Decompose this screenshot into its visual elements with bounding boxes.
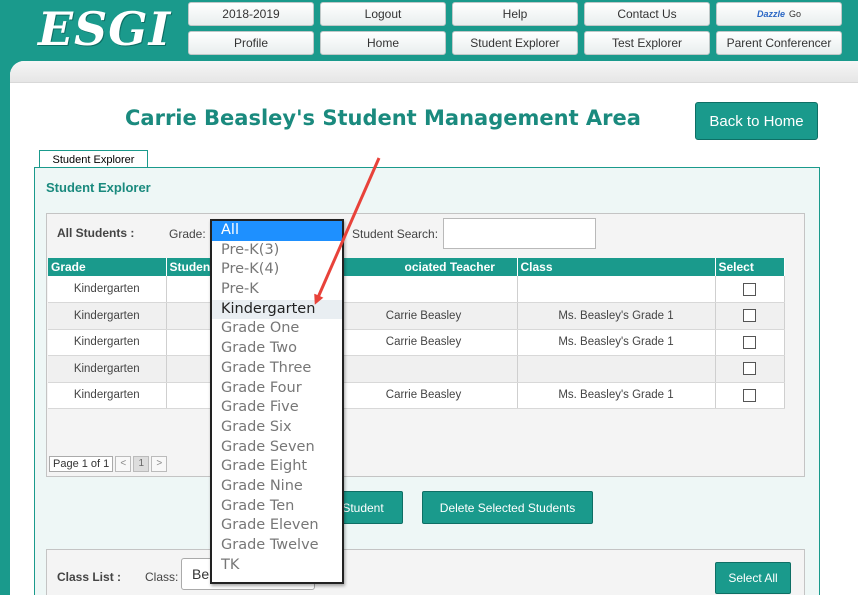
grade-label: Grade: bbox=[169, 227, 206, 241]
tab-student-explorer[interactable]: Student Explorer bbox=[39, 150, 148, 168]
page-number-button[interactable]: 1 bbox=[133, 456, 150, 472]
cell-select bbox=[715, 329, 785, 356]
row-select-checkbox[interactable] bbox=[743, 335, 756, 349]
cell-class bbox=[517, 355, 716, 383]
contact-us-button[interactable]: Contact Us bbox=[584, 2, 710, 26]
grade-option-all[interactable]: All bbox=[212, 221, 342, 241]
table-row[interactable]: Kindergarten M Carrie Beasley Ms. Beasle… bbox=[48, 329, 785, 356]
grade-option-pre-k4[interactable]: Pre-K(4) bbox=[212, 260, 342, 280]
cell-select bbox=[715, 302, 785, 330]
grade-dropdown-list[interactable]: All Pre-K(3) Pre-K(4) Pre-K Kindergarten… bbox=[210, 219, 344, 584]
page-title: Carrie Beasley's Student Management Area bbox=[125, 106, 641, 130]
grade-option-pre-k3[interactable]: Pre-K(3) bbox=[212, 241, 342, 261]
all-students-box: All Students : Grade: Student Search: Gr… bbox=[46, 213, 805, 477]
grade-option-grade-seven[interactable]: Grade Seven bbox=[212, 438, 342, 458]
cell-grade: Kindergarten bbox=[48, 355, 167, 383]
student-explorer-nav-button[interactable]: Student Explorer bbox=[452, 31, 578, 55]
cell-select bbox=[715, 355, 785, 383]
next-page-button[interactable]: > bbox=[151, 456, 168, 472]
logout-button[interactable]: Logout bbox=[320, 2, 446, 26]
row-select-checkbox[interactable] bbox=[743, 388, 756, 402]
cell-select bbox=[715, 276, 785, 303]
cell-teacher bbox=[330, 276, 518, 303]
grade-option-grade-eleven[interactable]: Grade Eleven bbox=[212, 516, 342, 536]
grade-option-kindergarten[interactable]: Kindergarten bbox=[212, 299, 342, 320]
table-row[interactable]: Kindergarten bbox=[48, 355, 785, 383]
grade-option-pre-k[interactable]: Pre-K bbox=[212, 280, 342, 300]
section-title: Student Explorer bbox=[46, 180, 151, 195]
student-search-input[interactable] bbox=[443, 218, 596, 249]
school-year-button[interactable]: 2018-2019 bbox=[188, 2, 314, 26]
grade-option-grade-four[interactable]: Grade Four bbox=[212, 379, 342, 399]
class-list-box: Class List : Class: Be Select All bbox=[46, 549, 805, 595]
delete-selected-students-button[interactable]: Delete Selected Students bbox=[422, 491, 593, 524]
class-label: Class: bbox=[145, 570, 179, 584]
grade-option-grade-ten[interactable]: Grade Ten bbox=[212, 497, 342, 517]
student-explorer-section: Student Explorer All Students : Grade: S… bbox=[34, 167, 820, 595]
dazzle-logo: Dazzle bbox=[756, 9, 785, 19]
help-button[interactable]: Help bbox=[452, 2, 578, 26]
cell-class: Ms. Beasley's Grade 1 bbox=[517, 382, 716, 409]
select-all-button[interactable]: Select All bbox=[715, 562, 791, 594]
cell-teacher: Carrie Beasley bbox=[330, 382, 518, 409]
dazzle-go-button[interactable]: Dazzle Go bbox=[716, 2, 842, 26]
cell-class: Ms. Beasley's Grade 1 bbox=[517, 329, 716, 356]
test-explorer-button[interactable]: Test Explorer bbox=[584, 31, 710, 55]
table-row[interactable]: Kindergarten C Carrie Beasley Ms. Beasle… bbox=[48, 302, 785, 330]
column-header-class[interactable]: Class bbox=[517, 258, 716, 276]
all-students-label: All Students : bbox=[57, 226, 135, 240]
table-row[interactable]: Kindergarten K bbox=[48, 276, 785, 303]
grade-option-tk[interactable]: TK bbox=[212, 556, 342, 576]
grade-option-grade-one[interactable]: Grade One bbox=[212, 319, 342, 339]
cell-select bbox=[715, 382, 785, 409]
page-info: Page 1 of 1 bbox=[49, 456, 114, 472]
row-select-checkbox[interactable] bbox=[743, 362, 756, 376]
parent-conferencer-button[interactable]: Parent Conferencer bbox=[716, 31, 842, 55]
cell-grade: Kindergarten bbox=[48, 276, 167, 303]
back-to-home-button[interactable]: Back to Home bbox=[695, 102, 818, 140]
row-select-checkbox[interactable] bbox=[743, 282, 756, 296]
grade-option-grade-twelve[interactable]: Grade Twelve bbox=[212, 536, 342, 556]
grade-option-grade-three[interactable]: Grade Three bbox=[212, 359, 342, 379]
esgi-logo[interactable]: ESGI bbox=[38, 2, 171, 56]
table-row[interactable]: Kindergarten C Carrie Beasley Ms. Beasle… bbox=[48, 382, 785, 409]
class-list-label: Class List : bbox=[57, 570, 122, 584]
home-button[interactable]: Home bbox=[320, 31, 446, 55]
cell-teacher: Carrie Beasley bbox=[330, 302, 518, 330]
row-select-checkbox[interactable] bbox=[743, 309, 756, 323]
cell-grade: Kindergarten bbox=[48, 302, 167, 330]
cell-teacher: Carrie Beasley bbox=[330, 329, 518, 356]
column-header-select: Select bbox=[715, 258, 785, 276]
grade-option-grade-two[interactable]: Grade Two bbox=[212, 339, 342, 359]
grade-option-grade-five[interactable]: Grade Five bbox=[212, 398, 342, 418]
pager: Page 1 of 1 < 1 > bbox=[49, 455, 168, 473]
column-header-grade[interactable]: Grade bbox=[48, 258, 167, 276]
prev-page-button[interactable]: < bbox=[115, 456, 132, 472]
cell-grade: Kindergarten bbox=[48, 329, 167, 356]
student-search-label: Student Search: bbox=[352, 227, 439, 241]
dazzle-go-label: Go bbox=[789, 9, 802, 19]
profile-button[interactable]: Profile bbox=[188, 31, 314, 55]
cell-class: Ms. Beasley's Grade 1 bbox=[517, 302, 716, 330]
grade-option-grade-nine[interactable]: Grade Nine bbox=[212, 477, 342, 497]
grade-option-grade-six[interactable]: Grade Six bbox=[212, 418, 342, 438]
cell-class bbox=[517, 276, 716, 303]
panel-header-strip bbox=[10, 61, 858, 83]
cell-teacher bbox=[330, 355, 518, 383]
column-header-teacher[interactable]: ociated Teacher bbox=[330, 258, 518, 276]
main-panel: Carrie Beasley's Student Management Area… bbox=[10, 61, 858, 595]
students-table: Grade Studen ociated Teacher Class Selec… bbox=[48, 258, 785, 409]
grade-option-grade-eight[interactable]: Grade Eight bbox=[212, 457, 342, 477]
cell-grade: Kindergarten bbox=[48, 382, 167, 409]
